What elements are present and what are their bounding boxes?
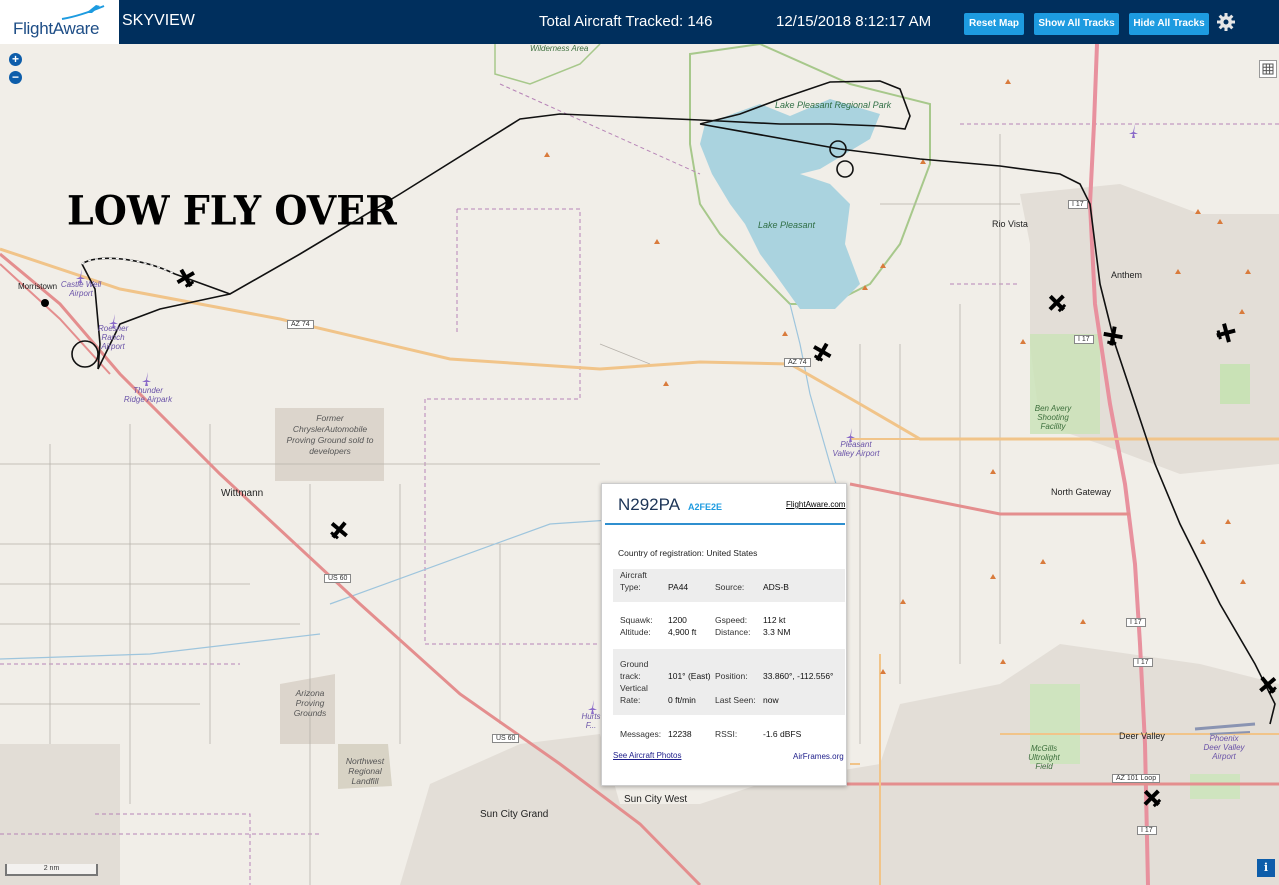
see-aircraft-photos-link[interactable]: See Aircraft Photos [613,751,681,760]
rssi-value: -1.6 dBFS [763,729,802,739]
low-fly-over-annotation: LOW FLY OVER [67,186,397,235]
settings-gear-icon[interactable] [1216,12,1236,32]
reset-map-button[interactable]: Reset Map [964,13,1024,35]
map-label-anthem: Anthem [1111,270,1143,280]
rssi-label: RSSI: [715,729,738,739]
route-shield-az74: AZ 74 [287,320,314,329]
map-scale: 2 nm [5,864,98,876]
layers-grid-icon[interactable] [1259,60,1277,78]
country-value: United States [706,548,758,558]
route-shield-us60: US 60 [324,574,352,583]
popup-divider [605,523,845,525]
route-shield-i17: I 17 [1074,335,1094,344]
route-shield-i17: I 17 [1137,826,1157,835]
route-shield-az74: AZ 74 [784,358,811,367]
ground-track-value: 101° (East) [668,671,711,681]
source-value: ADS-B [763,582,789,592]
flightaware-link[interactable]: FlightAware.com [786,500,845,509]
aircraft-info-popup: N292PA A2FE2E FlightAware.com Country of… [601,483,847,786]
map-label-wittmann: Wittmann [221,488,264,499]
show-all-tracks-button[interactable]: Show All Tracks [1034,13,1119,35]
map-label-lake: Lake Pleasant [758,220,816,230]
gspeed-value: 112 kt [763,615,786,625]
map-label-north-gateway: North Gateway [1051,487,1112,497]
distance-value: 3.3 NM [763,627,791,637]
map-label-sun-city-grand: Sun City Grand [480,809,549,820]
map-label-morristown: Morristown [18,282,58,291]
country-label-text: Country of registration: [618,548,704,558]
map-label-rio-vista: Rio Vista [992,219,1028,229]
messages-label: Messages: [620,729,662,739]
route-shield-az101: AZ 101 Loop [1112,774,1161,783]
top-bar: FlightAware SKYVIEW Total Aircraft Track… [0,0,1279,44]
vertical-rate-label: Vertical Rate: [620,683,648,705]
position-label: Position: [715,671,748,681]
map-label-pleasant-valley: Pleasant Valley Airport [832,440,880,458]
last-seen-value: now [763,695,779,705]
map-label-arizona-proving: Arizona Proving Grounds [293,688,327,718]
aircraft-icon [176,268,195,288]
vertical-rate-value: 0 ft/min [668,695,696,705]
altitude-value: 4,900 ft [668,627,697,637]
map-label-phoenix-deer: Phoenix Deer Valley Airport [1203,734,1245,761]
zoom-out-button[interactable]: − [9,71,22,84]
map-label-chrysler: Former ChryslerAutomobile Proving Ground… [286,413,374,456]
route-shield-i17: I 17 [1126,618,1146,627]
app-title: SKYVIEW [122,12,195,29]
logo-text: FlightAware [13,19,100,38]
current-datetime: 12/15/2018 8:12:17 AM [776,13,932,30]
map-label-nw-landfill: Northwest Regional Landfill [345,756,385,786]
map-label-castle-well: Castle Well Airport [60,280,102,298]
squawk-value: 1200 [668,615,687,625]
aircraft-type-label: Aircraft Type: [620,570,647,592]
route-shield-i17: I 17 [1133,658,1153,667]
map-label-wilderness: Wilderness Area [530,44,589,53]
source-label: Source: [715,582,745,592]
route-shield-i17: I 17 [1068,200,1088,209]
ground-track-label: Ground track: [620,659,649,681]
flightaware-logo[interactable]: FlightAware [0,0,119,44]
map-label-deer-valley: Deer Valley [1119,731,1165,741]
messages-value: 12238 [668,729,692,739]
aircraft-hex-code: A2FE2E [688,502,723,512]
route-shield-us60: US 60 [492,734,520,743]
map-label-roesner: Roesner Ranch Airport [98,324,129,351]
map-label-mcgills: McGills Ultrolight Field [1028,744,1060,771]
aircraft-tracked-count: Total Aircraft Tracked: 146 [539,13,713,30]
map-label-ben-avery: Ben Avery Shooting Facility [1034,404,1072,431]
altitude-label: Altitude: [620,627,651,637]
country-label: Country of registration: United States [618,548,757,558]
map-label-sun-city-west: Sun City West [624,794,688,805]
hide-all-tracks-button[interactable]: Hide All Tracks [1129,13,1209,35]
aircraft-type-value: PA44 [668,582,689,592]
map-label-lake-park: Lake Pleasant Regional Park [775,100,892,110]
attribution-info-icon[interactable]: i [1257,859,1275,877]
squawk-label: Squawk: [620,615,653,625]
distance-label: Distance: [715,627,751,637]
zoom-in-button[interactable]: + [9,53,22,66]
map-label-thunder-ridge: Thunder Ridge Airpark [123,386,173,404]
gspeed-label: Gspeed: [715,615,748,625]
last-seen-label: Last Seen: [715,695,756,705]
position-value: 33.860°, -112.556° [763,671,834,681]
aircraft-registration: N292PA [618,495,681,514]
airframes-link[interactable]: AirFrames.org [793,752,844,761]
